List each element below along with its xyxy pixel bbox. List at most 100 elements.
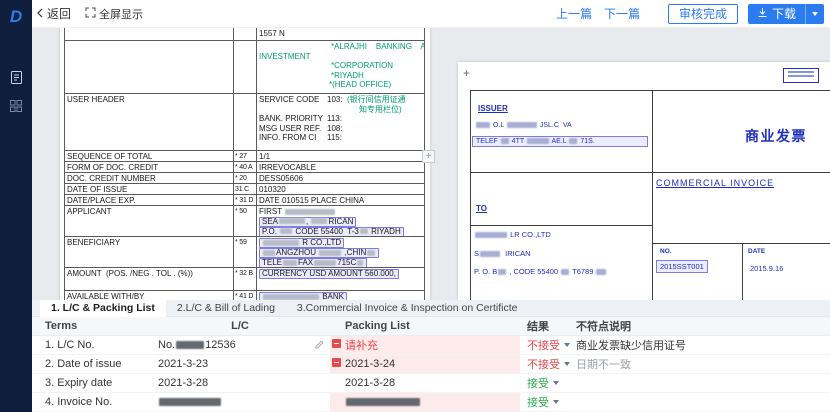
download-button[interactable]: 下载 [748, 4, 805, 24]
redacted-text [346, 398, 420, 406]
redacted-text [596, 269, 606, 275]
caret-down-icon [564, 362, 570, 366]
crosshair-icon: + [463, 66, 470, 80]
term-cell: 1. L/C No. [32, 336, 150, 354]
sidebar-item-dashboard[interactable] [0, 96, 32, 120]
redacted-text [311, 218, 327, 224]
redacted-text [501, 138, 509, 144]
packing-list-cell: 2021-3-28 [330, 374, 520, 392]
header-discrepancy: 不符点说明 [572, 317, 830, 335]
swift-field-value: 1557 N [257, 28, 424, 40]
review-row: 1. L/C No.No. 12536请补充不接受商业发票缺少信用证号 [32, 336, 830, 355]
term-cell: 3. Expiry date [32, 374, 150, 392]
next-article-link[interactable]: 下一篇 [604, 5, 640, 22]
split-handle-button[interactable]: + [422, 150, 435, 163]
invoice-date-value: 2015.9.16 [750, 264, 783, 273]
swift-row: BENEFICIARY* 59 R CO.,LTDANGZHOU ,CHINTE… [65, 237, 424, 268]
result-select[interactable]: 接受 [527, 375, 559, 391]
swift-field-label: USER HEADER [65, 94, 233, 150]
fullscreen-icon [85, 7, 96, 21]
swift-field-code [233, 28, 257, 40]
lc-cell [150, 393, 330, 411]
swift-field-value: DATE 010515 PLACE CHINA [257, 195, 424, 205]
invoice-issuer-highlight: TELEF 4TT AE.L 71S. [472, 136, 648, 147]
swift-field-label: FORM OF DOC. CREDIT [65, 162, 233, 172]
redacted-text [569, 138, 577, 144]
redacted-text [498, 269, 506, 275]
logo-glyph: D [10, 8, 22, 25]
term-cell: 4. Invoice No. [32, 393, 150, 411]
packing-list-cell: 请补充 [330, 336, 520, 354]
redacted-text [476, 122, 490, 128]
prev-article-link[interactable]: 上一篇 [556, 5, 592, 22]
redacted-text [480, 251, 500, 257]
review-row: 2. Date of issue2021-3-232021-3-24不接受日期不… [32, 355, 830, 374]
swift-row: DOC. CREDIT NUMBER* 20DESS05606 [65, 173, 424, 184]
redacted-text [475, 232, 507, 238]
tab-lc-bill-of-lading[interactable]: 2.L/C & Bill of Lading [166, 300, 286, 317]
highlight-box: ANGZHOU ,CHIN [259, 248, 379, 258]
invoice-issuer-line: O.L JSL.C VA [475, 122, 572, 129]
back-label: 返回 [47, 5, 71, 22]
swift-field-code [233, 94, 257, 150]
swift-field-code: * 27 [233, 151, 257, 161]
swift-field-code: * 50 [233, 206, 257, 236]
document-icon [9, 70, 24, 90]
swift-field-label: DATE OF ISSUE [65, 184, 233, 194]
swift-field-value: SERVICE CODE103: (银行间信用证通知专用栏位)BANK. PRI… [257, 94, 424, 150]
swift-field-value: CURRENCY USD AMOUNT 560.000, [257, 268, 424, 290]
app-logo: D [0, 2, 32, 30]
swift-field-code: * 31 D [233, 195, 257, 205]
redacted-text [176, 341, 204, 349]
invoice-no-value: 2015SST001 [656, 260, 708, 273]
invoice-po-line: P. O. B , CODE 55400 T6789 [474, 267, 607, 276]
result-select[interactable]: 不接受 [527, 356, 570, 372]
result-cell: 接受 [520, 393, 572, 411]
redacted-text [285, 209, 335, 215]
tab-commercial-invoice-inspection[interactable]: 3.Commercial Invoice & Inspection on Cer… [286, 300, 529, 317]
result-select[interactable]: 接受 [527, 394, 559, 410]
highlight-box: TELEFAX715C [259, 258, 367, 267]
download-dropdown-button[interactable] [806, 4, 824, 24]
result-select[interactable]: 不接受 [527, 337, 570, 353]
caret-down-icon [812, 12, 818, 16]
invoice-date-label: DATE [748, 248, 765, 255]
redacted-text [263, 240, 299, 246]
swift-field-label [65, 41, 233, 93]
header-result: 结果 [520, 317, 572, 335]
discrepancy-note-cell: 商业发票缺少信用证号 [572, 336, 830, 354]
invoice-to-label: TO [476, 204, 487, 213]
swift-field-code [233, 41, 257, 93]
redacted-text [507, 122, 537, 128]
back-button[interactable]: 返回 [36, 5, 71, 22]
swift-field-label: DATE/PLACE EXP. [65, 195, 233, 205]
swift-field-code: 31 C [233, 184, 257, 194]
result-cell: 不接受 [520, 355, 572, 373]
caret-down-icon [564, 343, 570, 347]
swift-field-value: FIRST SEA, RICANP.O. CODE 55400 T-3 RIYA… [257, 206, 424, 236]
swift-row: *ALRAJHI BANKING ANDINVESTMENT*CORPORATI… [65, 41, 424, 94]
swift-field-value: DESS05606 [257, 173, 424, 183]
result-cell: 接受 [520, 374, 572, 392]
header-terms: Terms [32, 317, 150, 335]
error-flag-badge [332, 339, 341, 348]
edit-pencil-icon[interactable] [314, 340, 324, 353]
plus-icon: + [426, 151, 432, 162]
invoice-document: + ISSUER O.L JSL.C VA TELEF 4TT AE.L 71S… [458, 62, 830, 300]
tab-lc-packing-list[interactable]: 1. L/C & Packing List [40, 300, 166, 317]
sidebar-item-documents[interactable] [0, 68, 32, 92]
swift-field-label: DOC. CREDIT NUMBER [65, 173, 233, 183]
swift-row: AMOUNT (POS. /NEG . TOL . (%))* 32 BCURR… [65, 268, 424, 291]
invoice-attn-line: S IRICAN [474, 249, 531, 258]
redacted-text [527, 138, 549, 144]
review-complete-button[interactable]: 审核完成 [668, 4, 738, 24]
caret-down-icon [553, 400, 559, 404]
discrepancy-note-cell [572, 393, 830, 411]
discrepancy-note-cell [572, 374, 830, 392]
highlight-box: SEA, RICAN [259, 217, 356, 227]
review-tabs: 1. L/C & Packing List 2.L/C & Bill of La… [32, 300, 830, 317]
header-lc: L/C [150, 317, 330, 335]
swift-row: DATE OF ISSUE31 C010320 [65, 184, 424, 195]
fullscreen-button[interactable]: 全屏显示 [85, 6, 143, 22]
redacted-text [314, 260, 336, 266]
